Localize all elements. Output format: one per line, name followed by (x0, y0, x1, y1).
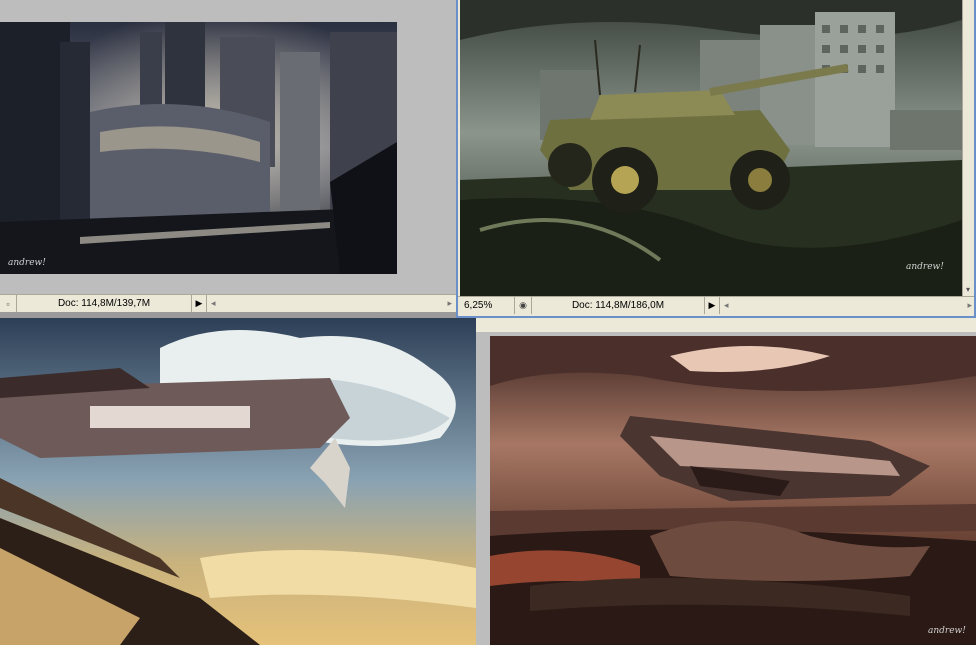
document-window-redship[interactable]: andrew! (476, 318, 976, 645)
scroll-left-arrow-icon[interactable]: ◂ (211, 298, 216, 309)
doc-size-readout: Doc: 114,8M/139,7M (17, 295, 192, 312)
artwork-airship-image (0, 318, 476, 645)
title-bar-strip (476, 318, 976, 333)
scroll-down-arrow-icon[interactable]: ▾ (966, 285, 970, 294)
play-arrow-icon[interactable]: ▶ (192, 295, 207, 312)
horizontal-scrollbar[interactable]: ◂ ▸ (207, 295, 456, 312)
navigator-icon[interactable]: ◉ (515, 297, 532, 314)
document-window-airship[interactable] (0, 318, 476, 645)
horizontal-scrollbar[interactable]: ◂ ▸ (720, 297, 976, 314)
document-window-tank[interactable]: andrew! ▾ 6,25% ◉ Doc: 114,8M/186,0M ▶ ◂… (456, 0, 976, 318)
artwork-tank-image: andrew! (460, 0, 962, 296)
artwork-red-ship-image: andrew! (490, 336, 976, 645)
status-bar: 6,25% ◉ Doc: 114,8M/186,0M ▶ ◂ ▸ (458, 296, 976, 314)
doc-size-readout: Doc: 114,8M/186,0M (532, 297, 705, 314)
artist-signature: andrew! (8, 258, 46, 268)
artist-signature: andrew! (928, 626, 966, 636)
document-window-city[interactable]: andrew! ▫ Doc: 114,8M/139,7M ▶ ◂ ▸ (0, 0, 456, 316)
status-bar: ▫ Doc: 114,8M/139,7M ▶ ◂ ▸ (0, 294, 456, 312)
play-arrow-icon[interactable]: ▶ (705, 297, 720, 314)
navigator-icon[interactable]: ▫ (0, 295, 17, 312)
scroll-right-arrow-icon[interactable]: ▸ (447, 298, 452, 309)
artwork-city-image: andrew! (0, 22, 397, 274)
scroll-left-arrow-icon[interactable]: ◂ (724, 300, 729, 311)
zoom-level[interactable]: 6,25% (458, 297, 515, 314)
vertical-scrollbar[interactable]: ▾ (962, 0, 976, 296)
artist-signature: andrew! (906, 262, 944, 272)
scroll-right-arrow-icon[interactable]: ▸ (967, 300, 972, 311)
